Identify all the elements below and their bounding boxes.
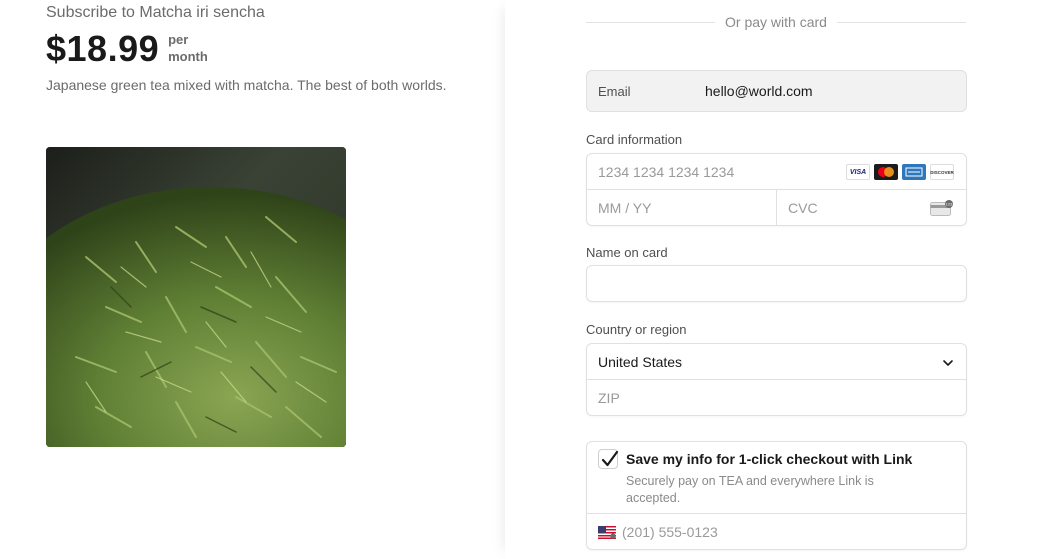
price-row: $18.99 per month bbox=[46, 28, 208, 70]
product-summary-panel: Subscribe to Matcha iri sencha $18.99 pe… bbox=[0, 0, 505, 559]
price: $18.99 bbox=[46, 28, 160, 69]
billing-period: per month bbox=[168, 31, 208, 65]
expiry-input[interactable]: MM / YY bbox=[587, 190, 777, 226]
us-flag-icon bbox=[598, 525, 616, 539]
amex-icon bbox=[902, 164, 926, 180]
discover-icon: DISCOVER bbox=[930, 164, 954, 180]
name-on-card-label: Name on card bbox=[586, 245, 668, 260]
card-information-group: 1234 1234 1234 1234 VISA DISCOVER MM / Y… bbox=[586, 153, 967, 226]
save-info-checkbox[interactable] bbox=[598, 449, 619, 469]
svg-text:123: 123 bbox=[946, 202, 953, 207]
per-label: per bbox=[168, 32, 189, 47]
link-save-description: Securely pay on TEA and everywhere Link … bbox=[626, 474, 874, 505]
email-label: Email bbox=[598, 83, 631, 99]
country-value: United States bbox=[598, 353, 683, 370]
email-value[interactable]: hello@world.com bbox=[705, 83, 813, 99]
chevron-down-icon[interactable] bbox=[942, 356, 954, 368]
divider-line-left bbox=[586, 21, 716, 23]
visa-icon: VISA bbox=[846, 164, 870, 180]
email-field[interactable]: Email hello@world.com bbox=[586, 70, 967, 112]
product-image bbox=[46, 147, 346, 447]
subscribe-title: Subscribe to Matcha iri sencha bbox=[46, 4, 265, 21]
link-save-info-group: Save my info for 1-click checkout with L… bbox=[586, 441, 967, 550]
name-on-card-input[interactable] bbox=[586, 265, 967, 302]
card-info-label: Card information bbox=[586, 132, 683, 147]
card-brands: VISA DISCOVER bbox=[846, 164, 954, 180]
phone-placeholder: (201) 555-0123 bbox=[622, 524, 718, 540]
checkmark-icon bbox=[601, 450, 619, 467]
divider-line-right bbox=[836, 21, 966, 23]
cvc-card-icon: 123 bbox=[930, 200, 954, 216]
link-save-title: Save my info for 1-click checkout with L… bbox=[626, 451, 913, 467]
mastercard-icon bbox=[874, 164, 898, 180]
product-description: Japanese green tea mixed with matcha. Th… bbox=[46, 77, 447, 93]
country-region-label: Country or region bbox=[586, 322, 687, 337]
period-label: month bbox=[168, 49, 208, 64]
country-region-group: United States ZIP bbox=[586, 343, 967, 416]
pay-with-card-divider: Or pay with card bbox=[586, 12, 966, 32]
divider-text: Or pay with card bbox=[725, 14, 827, 30]
country-select[interactable]: United States bbox=[587, 344, 966, 380]
zip-input[interactable]: ZIP bbox=[587, 380, 966, 416]
phone-input[interactable]: (201) 555-0123 bbox=[587, 513, 966, 550]
